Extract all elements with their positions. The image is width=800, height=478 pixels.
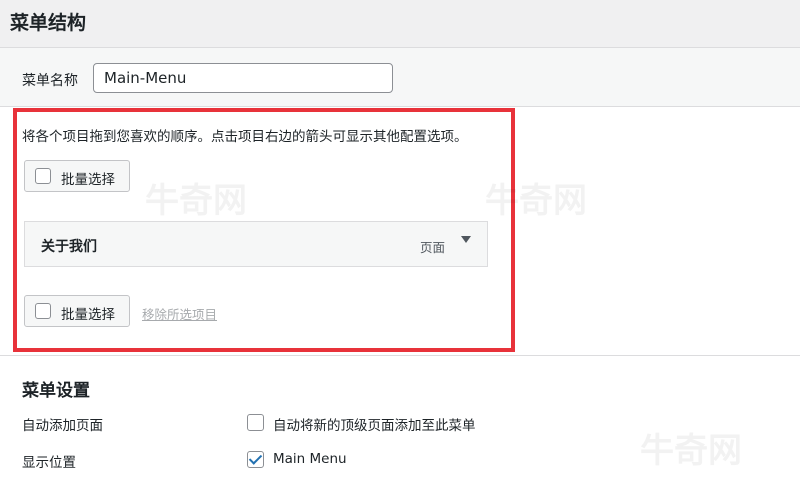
highlight-box bbox=[13, 108, 515, 352]
section-divider bbox=[0, 355, 800, 356]
menu-settings-title: 菜单设置 bbox=[22, 381, 90, 401]
auto-add-option[interactable]: 自动将新的顶级页面添加至此菜单 bbox=[273, 414, 476, 434]
menu-editor-card: 菜单名称 将各个项目拖到您喜欢的顺序。点击项目右边的箭头可显示其他配置选项。 批… bbox=[0, 47, 800, 478]
display-location-label: 显示位置 bbox=[22, 455, 76, 471]
main-menu-option[interactable]: Main Menu bbox=[273, 451, 347, 467]
menu-name-row: 菜单名称 bbox=[0, 48, 800, 107]
auto-add-label: 自动添加页面 bbox=[22, 418, 103, 434]
menu-name-label: 菜单名称 bbox=[22, 73, 78, 89]
menu-name-input[interactable] bbox=[93, 63, 393, 93]
auto-add-checkbox[interactable] bbox=[247, 414, 264, 431]
main-menu-checkbox[interactable] bbox=[247, 451, 264, 468]
menu-structure-title: 菜单结构 bbox=[10, 12, 87, 34]
watermark-logo: 牛奇网 bbox=[640, 431, 742, 471]
